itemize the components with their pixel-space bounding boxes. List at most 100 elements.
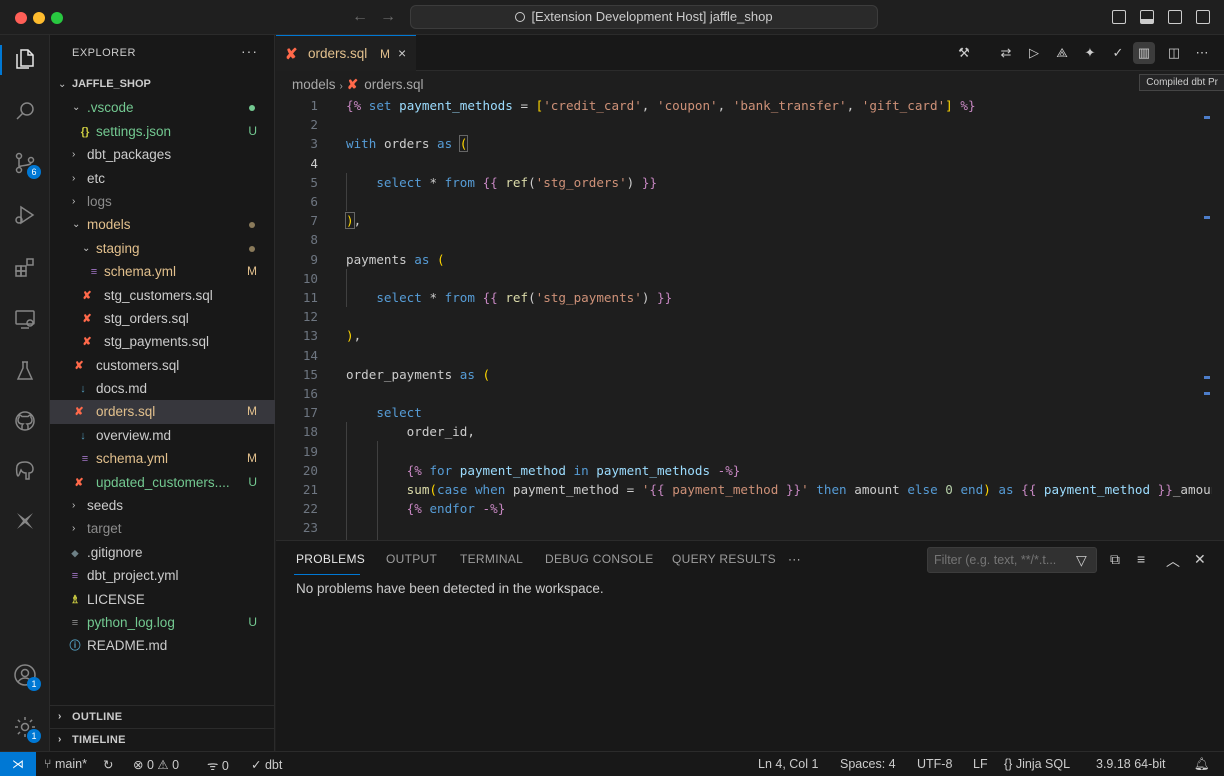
folder-models[interactable]: ⌄ models xyxy=(50,213,275,236)
problems-status[interactable]: ⊗ 0 ⚠ 0 xyxy=(133,757,179,772)
file-overview-md[interactable]: ↓ overview.md xyxy=(50,424,275,447)
language-status[interactable]: {} Jinja SQL xyxy=(1004,757,1070,771)
file-python-log[interactable]: ≡ python_log.log U xyxy=(50,611,275,634)
tab-problems[interactable]: PROBLEMS xyxy=(296,552,365,566)
remote-indicator-icon[interactable]: ⋊ xyxy=(0,752,36,776)
folder-logs[interactable]: › logs xyxy=(50,190,275,213)
file-label: seeds xyxy=(87,498,124,514)
run-tests-icon[interactable]: ✦ xyxy=(1082,45,1098,61)
file-label: .vscode xyxy=(87,100,134,116)
file-stg-payments-sql[interactable]: ✘ stg_payments.sql xyxy=(50,330,275,353)
eol-status[interactable]: LF xyxy=(973,757,988,771)
tab-output[interactable]: OUTPUT xyxy=(386,552,437,566)
outline-section[interactable]: › OUTLINE xyxy=(50,705,275,727)
back-arrow-icon[interactable]: ← xyxy=(352,8,368,26)
close-window-button[interactable] xyxy=(15,12,27,24)
compare-changes-icon[interactable]: ⇄ xyxy=(998,45,1014,61)
source-control-icon[interactable]: 6 xyxy=(13,151,41,179)
more-actions-icon[interactable]: ⋯ xyxy=(1194,45,1210,61)
yaml-icon: ≡ xyxy=(81,453,89,466)
dbt-icon[interactable] xyxy=(13,509,37,533)
file-settings-json[interactable]: {} settings.json U xyxy=(50,120,275,143)
check-icon[interactable]: ✓ xyxy=(1110,45,1126,61)
file-staging-schema-yml[interactable]: ≡ schema.yml M xyxy=(50,260,275,283)
tab-query-results[interactable]: QUERY RESULTS xyxy=(672,552,776,566)
check-icon: ✓ xyxy=(251,758,262,772)
breadcrumb-folder[interactable]: models xyxy=(292,77,336,92)
search-icon[interactable] xyxy=(13,99,37,123)
maximize-panel-icon[interactable]: ︿ xyxy=(1166,551,1180,571)
folder-dbt-packages[interactable]: › dbt_packages xyxy=(50,143,275,166)
panel-more-icon[interactable]: ··· xyxy=(788,552,801,566)
accounts-icon[interactable]: 1 xyxy=(13,663,41,691)
ports-status[interactable]: ᯤ 0 xyxy=(207,757,229,774)
file-orders-sql[interactable]: ✘ orders.sql M xyxy=(50,400,275,424)
run-icon[interactable]: ▷ xyxy=(1026,45,1042,61)
code-editor[interactable]: 1 {% set payment_methods = ['credit_card'… xyxy=(276,96,1212,540)
settings-gear-icon[interactable]: 1 xyxy=(13,715,41,743)
file-updated-customers[interactable]: ✘ updated_customers.... U xyxy=(50,471,275,494)
cursor-position[interactable]: Ln 4, Col 1 xyxy=(758,757,818,771)
file-license[interactable]: ♗ LICENSE xyxy=(50,588,275,611)
file-label: docs.md xyxy=(96,381,148,397)
gitignore-icon: ◆ xyxy=(71,547,79,558)
file-docs-md[interactable]: ↓ docs.md xyxy=(50,377,275,400)
file-stg-customers-sql[interactable]: ✘ stg_customers.sql xyxy=(50,284,275,307)
close-panel-icon[interactable]: ✕ xyxy=(1194,551,1206,568)
folder-seeds[interactable]: › seeds xyxy=(50,494,275,517)
folder-etc[interactable]: › etc xyxy=(50,167,275,190)
file-stg-orders-sql[interactable]: ✘ stg_orders.sql xyxy=(50,307,275,330)
problems-filter-input[interactable] xyxy=(927,547,1097,573)
line-number: 1 xyxy=(310,98,318,113)
explorer-icon[interactable] xyxy=(13,47,37,71)
indentation-status[interactable]: Spaces: 4 xyxy=(840,757,896,771)
dbt-status[interactable]: ✓ dbt xyxy=(251,757,282,772)
collapse-all-icon[interactable]: ⧉ xyxy=(1110,551,1120,568)
dbt-build-icon[interactable]: ⚒ xyxy=(956,45,972,61)
file-customers-sql[interactable]: ✘ customers.sql xyxy=(50,354,275,377)
command-center[interactable]: [Extension Development Host] jaffle_shop xyxy=(410,5,878,29)
notifications-bell-icon[interactable]: 🔔︎ xyxy=(1194,757,1210,772)
minimize-window-button[interactable] xyxy=(33,12,45,24)
python-interpreter-status[interactable]: 3.9.18 64-bit xyxy=(1096,757,1166,771)
maximize-window-button[interactable] xyxy=(51,12,63,24)
folder-root[interactable]: ⌄ JAFFLE_SHOP xyxy=(50,73,275,96)
customize-layout-icon[interactable] xyxy=(1196,10,1210,24)
filter-icon[interactable]: ▽ xyxy=(1076,552,1087,569)
encoding-status[interactable]: UTF-8 xyxy=(917,757,952,771)
timeline-section[interactable]: › TIMELINE xyxy=(50,728,275,750)
toggle-secondary-sidebar-icon[interactable] xyxy=(1168,10,1182,24)
run-debug-icon[interactable] xyxy=(13,203,37,227)
explorer-more-actions[interactable]: ··· xyxy=(241,43,258,59)
lineage-icon[interactable]: ⟁ xyxy=(1054,45,1070,61)
postgres-icon[interactable] xyxy=(13,459,37,483)
close-tab-icon[interactable]: × xyxy=(398,45,406,61)
compiled-preview-icon[interactable]: ▥ xyxy=(1133,42,1155,64)
tab-debug-console[interactable]: DEBUG CONSOLE xyxy=(545,552,654,566)
folder-target[interactable]: › target xyxy=(50,517,275,540)
folder-vscode[interactable]: ⌄ .vscode xyxy=(50,96,275,119)
breadcrumb: models › ✘ orders.sql xyxy=(292,74,423,96)
file-readme-md[interactable]: ⓘ README.md xyxy=(50,634,275,657)
extensions-icon[interactable] xyxy=(13,255,37,279)
sync-icon[interactable]: ↻ xyxy=(103,757,113,772)
line-number: 3 xyxy=(310,136,318,152)
file-dbt-project-yml[interactable]: ≡ dbt_project.yml xyxy=(50,564,275,587)
tab-orders-sql[interactable]: ✘ orders.sql M × xyxy=(276,35,416,71)
split-editor-icon[interactable]: ◫ xyxy=(1166,45,1182,61)
dbt-file-icon: ✘ xyxy=(82,289,92,302)
breadcrumb-file[interactable]: orders.sql xyxy=(364,77,423,92)
toggle-sidebar-icon[interactable] xyxy=(1112,10,1126,24)
file-gitignore[interactable]: ◆ .gitignore xyxy=(50,541,275,564)
file-tree: ⌄ JAFFLE_SHOP ⌄ .vscode {} settings.json… xyxy=(50,73,275,658)
remote-explorer-icon[interactable] xyxy=(13,307,37,331)
view-as-list-icon[interactable]: ≡ xyxy=(1137,551,1145,567)
github-icon[interactable] xyxy=(13,409,37,433)
toggle-panel-icon[interactable] xyxy=(1140,10,1154,24)
branch-status[interactable]: ⑂ main* xyxy=(44,757,87,771)
testing-icon[interactable] xyxy=(13,359,37,383)
tab-terminal[interactable]: TERMINAL xyxy=(460,552,523,566)
file-models-schema-yml[interactable]: ≡ schema.yml M xyxy=(50,447,275,470)
forward-arrow-icon[interactable]: → xyxy=(380,8,396,26)
folder-staging[interactable]: ⌄ staging xyxy=(50,237,275,260)
